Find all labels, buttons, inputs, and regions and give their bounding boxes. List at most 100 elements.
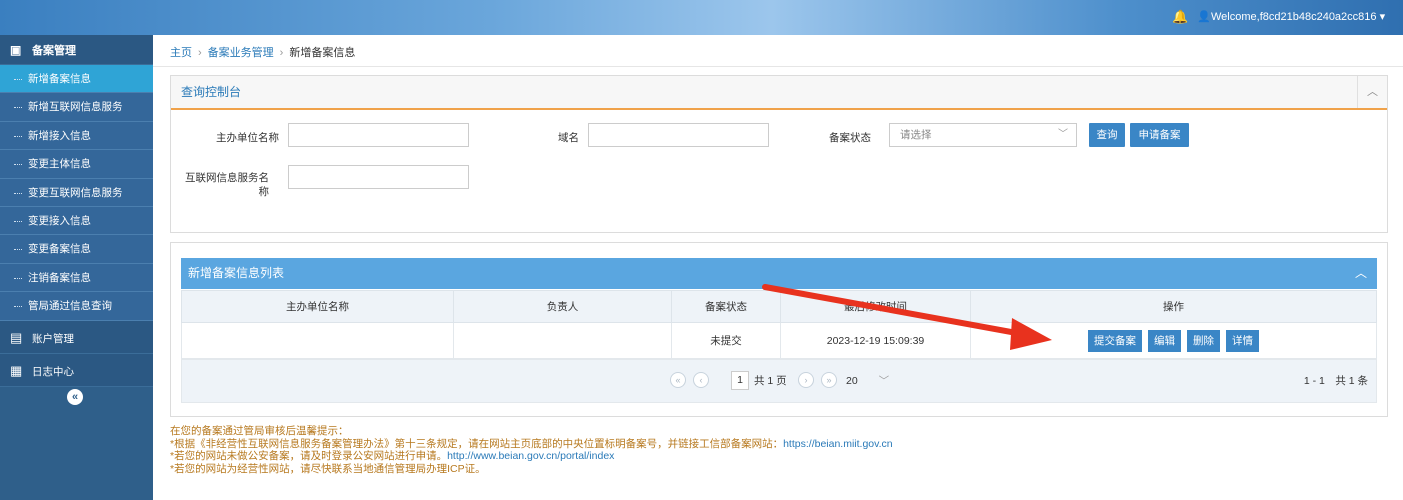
page-size-value: 20 — [846, 375, 858, 387]
cell-owner — [453, 322, 672, 359]
sidebar: ▣ 备案管理 新增备案信息 新增互联网信息服务 新增接入信息 变更主体信息 变更互… — [0, 35, 153, 500]
column-header[interactable]: 最后修改时间 — [780, 290, 971, 323]
tip-line: *若您的网站为经营性网站，请尽快联系当地通信管理局办理ICP证。 — [170, 462, 486, 475]
tip-line: *根据《非经营性互联网信息服务备案管理办法》第十三条规定，请在网站主页底部的中央… — [170, 437, 893, 450]
column-header: 操作 — [970, 290, 1377, 323]
sidebar-item-label: 注销备案信息 — [28, 271, 91, 284]
sidebar-item-change-internet-service[interactable]: 变更互联网信息服务 — [0, 178, 153, 207]
sidebar-group-filing[interactable]: ▣ 备案管理 — [0, 35, 153, 65]
tip-heading: 在您的备案通过管局审核后温馨提示： — [170, 425, 349, 437]
org-name-label: 主办单位名称 — [216, 132, 279, 144]
collapse-sidebar-icon[interactable]: « — [67, 388, 83, 405]
breadcrumb-sep: › — [198, 47, 202, 59]
sidebar-item-label: 新增接入信息 — [28, 129, 91, 142]
submit-filing-button[interactable]: 提交备案 — [1088, 329, 1142, 352]
edit-button[interactable]: 编辑 — [1148, 329, 1181, 352]
pagination-summary: 1 - 1 共 1 条 — [1303, 375, 1368, 387]
sidebar-item-label: 新增互联网信息服务 — [28, 101, 123, 114]
status-placeholder: 请选择 — [900, 129, 932, 141]
total-pages: 共 1 页 — [754, 375, 787, 387]
welcome-text: Welcome,f8cd21b48c240a2cc816 — [1211, 11, 1377, 23]
sidebar-item-new-filing[interactable]: 新增备案信息 — [0, 65, 153, 94]
sidebar-item-label: 管局通过信息查询 — [28, 300, 112, 313]
sidebar-item-cancel-filing[interactable]: 注销备案信息 — [0, 263, 153, 293]
table-row: 未提交 2023-12-19 15:09:39 提交备案 编辑 删除 详情 — [181, 322, 1377, 359]
column-header[interactable]: 负责人 — [453, 290, 672, 323]
user-icon: 👤 — [1197, 11, 1211, 23]
breadcrumb-section[interactable]: 备案业务管理 — [208, 47, 274, 59]
domain-input[interactable] — [588, 123, 769, 147]
cell-org — [181, 322, 454, 359]
domain-label: 域名 — [558, 132, 579, 144]
cell-time: 2023-12-19 15:09:39 — [780, 322, 971, 359]
query-panel: 查询控制台 ︿ 主办单位名称 域名 备案状态 请选择 ﹀ 查询 申请备案 互联网… — [170, 75, 1388, 233]
sidebar-item-label: 变更备案信息 — [28, 243, 91, 256]
filing-table: 主办单位名称 负责人 备案状态 最后修改时间 操作 未提交 2023-12-19… — [181, 290, 1377, 359]
org-name-input[interactable] — [288, 123, 469, 147]
folder-icon: ▣ — [10, 43, 22, 57]
status-label: 备案状态 — [829, 132, 871, 144]
service-name-label-line2: 称 — [258, 186, 270, 198]
list-panel-header: 新增备案信息列表 ︿ — [181, 258, 1377, 289]
breadcrumb-current: 新增备案信息 — [289, 47, 356, 59]
sidebar-item-change-subject[interactable]: 变更主体信息 — [0, 150, 153, 179]
service-name-label-line1: 互联网信息服务名 — [185, 172, 269, 184]
account-icon: ▤ — [10, 329, 23, 345]
cell-status: 未提交 — [671, 322, 781, 359]
last-page-icon[interactable]: » — [821, 372, 837, 388]
sidebar-item-change-filing[interactable]: 变更备案信息 — [0, 235, 153, 264]
sidebar-item-label: 变更接入信息 — [28, 214, 91, 227]
bell-icon[interactable]: 🔔 — [1172, 9, 1188, 25]
apply-filing-button[interactable]: 申请备案 — [1130, 123, 1189, 147]
column-header[interactable]: 主办单位名称 — [181, 290, 454, 323]
sidebar-item-change-access[interactable]: 变更接入信息 — [0, 206, 153, 236]
details-button[interactable]: 详情 — [1226, 329, 1259, 352]
page-size-select[interactable]: 20 ﹀ — [846, 371, 894, 391]
miit-link[interactable]: https://beian.miit.gov.cn — [783, 438, 893, 450]
table-header-row: 主办单位名称 负责人 备案状态 最后修改时间 操作 — [181, 290, 1377, 323]
breadcrumb: 主页 › 备案业务管理 › 新增备案信息 — [170, 44, 355, 60]
clipboard-icon: ▦ — [10, 362, 23, 378]
service-name-input[interactable] — [288, 165, 469, 189]
prev-page-icon[interactable]: ‹ — [693, 372, 709, 388]
sidebar-item-new-access[interactable]: 新增接入信息 — [0, 121, 153, 151]
tip-line: *若您的网站未做公安备案，请及时登录公安网站进行申请。http://www.be… — [170, 450, 615, 462]
query-panel-title: 查询控制台 — [181, 85, 242, 99]
query-button[interactable]: 查询 — [1089, 123, 1125, 147]
sidebar-group-label: 备案管理 — [32, 45, 76, 57]
sidebar-group-label: 日志中心 — [32, 365, 74, 378]
collapse-icon[interactable]: ︿ — [1355, 258, 1367, 289]
first-page-icon[interactable]: « — [670, 372, 686, 388]
sidebar-item-approved-query[interactable]: 管局通过信息查询 — [0, 292, 153, 321]
service-name-label: 互联网信息服务名 称 — [181, 171, 269, 199]
sidebar-group-logs[interactable]: ▦ 日志中心 — [0, 353, 153, 387]
top-bar: 🔔 👤Welcome,f8cd21b48c240a2cc816 ▾ — [0, 0, 1403, 35]
page-number-input[interactable]: 1 — [731, 371, 749, 390]
list-panel: 新增备案信息列表 ︿ 主办单位名称 负责人 备案状态 最后修改时间 操作 未提交… — [170, 242, 1388, 417]
sidebar-item-new-internet-service[interactable]: 新增互联网信息服务 — [0, 93, 153, 122]
sidebar-item-label: 变更主体信息 — [28, 158, 91, 171]
cell-ops: 提交备案 编辑 删除 详情 — [970, 322, 1377, 359]
chevron-down-icon: ﹀ — [1058, 129, 1068, 140]
pagination: « ‹ 1 共 1 页 › » 20 ﹀ 1 - 1 共 1 条 — [181, 359, 1377, 403]
tips: 在您的备案通过管局审核后温馨提示： *根据《非经营性互联网信息服务备案管理办法》… — [170, 425, 893, 475]
delete-button[interactable]: 删除 — [1187, 329, 1220, 352]
user-menu[interactable]: 👤Welcome,f8cd21b48c240a2cc816 ▾ — [1197, 10, 1385, 23]
list-panel-title: 新增备案信息列表 — [188, 266, 285, 280]
sidebar-item-label: 变更互联网信息服务 — [28, 186, 123, 199]
sidebar-group-label: 账户管理 — [32, 332, 74, 345]
chevron-down-icon: ﹀ — [878, 375, 890, 387]
breadcrumb-sep: › — [279, 47, 284, 59]
sidebar-group-account[interactable]: ▤ 账户管理 — [0, 320, 153, 354]
breadcrumb-home[interactable]: 主页 — [170, 47, 192, 59]
chevron-down-icon: ▾ — [1379, 11, 1386, 23]
query-panel-header: 查询控制台 ︿ — [171, 76, 1387, 110]
beian-link[interactable]: http://www.beian.gov.cn/portal/index — [447, 450, 614, 462]
next-page-icon[interactable]: › — [798, 372, 814, 388]
column-header[interactable]: 备案状态 — [671, 290, 781, 323]
sidebar-item-label: 新增备案信息 — [28, 73, 91, 85]
collapse-area: « — [0, 387, 153, 415]
collapse-icon[interactable]: ︿ — [1357, 76, 1387, 108]
divider — [153, 66, 1403, 67]
status-select[interactable]: 请选择 ﹀ — [889, 123, 1077, 147]
